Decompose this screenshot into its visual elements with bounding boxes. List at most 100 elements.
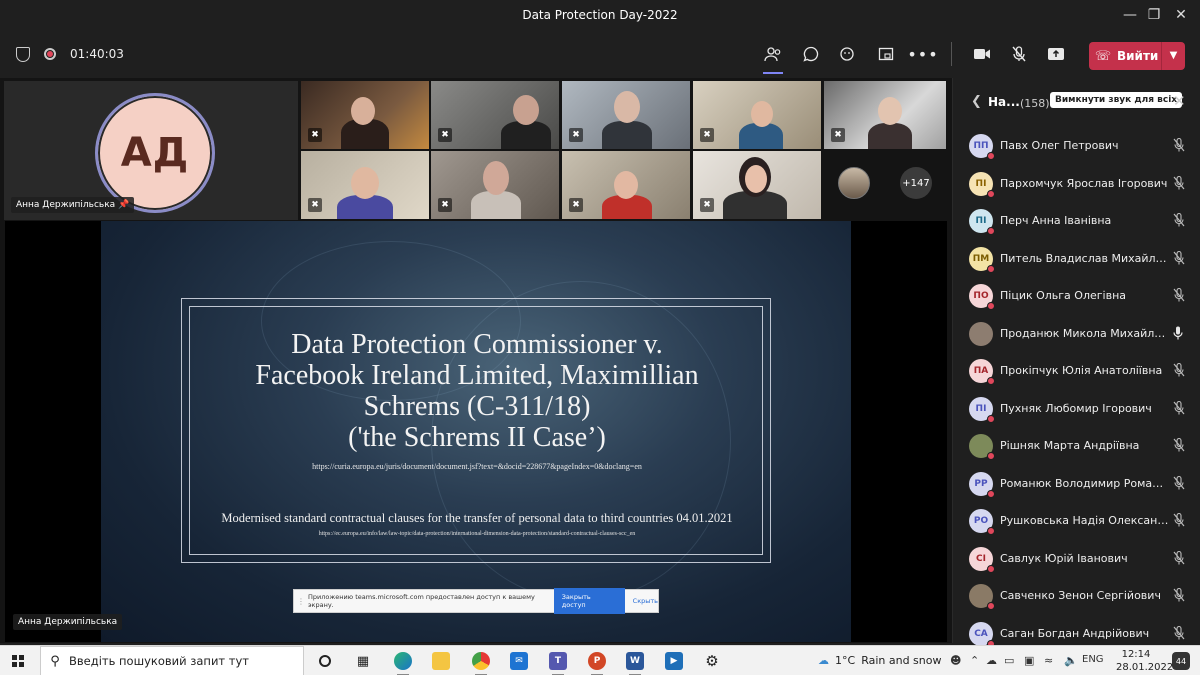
volume-icon[interactable]: 🔈 [1064, 654, 1078, 667]
wifi-icon[interactable]: ≈ [1044, 654, 1053, 667]
settings-icon[interactable]: ⚙ [697, 649, 727, 673]
video-tile[interactable]: ✖ [824, 81, 946, 149]
mic-off-icon[interactable] [1173, 250, 1185, 268]
participant-row[interactable]: Проданюк Микола Михайлович [953, 316, 1200, 353]
presenter-tile[interactable]: АД Анна Держипільська 📌 [4, 81, 298, 220]
participants-button[interactable] [757, 38, 789, 74]
file-explorer-icon[interactable] [426, 649, 456, 673]
video-tile[interactable]: ✖ [301, 151, 429, 219]
chat-button[interactable] [795, 38, 827, 70]
people-icon[interactable]: ☻ [950, 654, 961, 667]
share-button[interactable] [1040, 38, 1072, 70]
participant-row[interactable]: СІ Савлук Юрій Іванович [953, 541, 1200, 578]
chrome-icon[interactable] [466, 649, 496, 675]
mic-off-icon[interactable] [1173, 437, 1185, 455]
mic-off-icon: ✖ [438, 128, 452, 142]
share-presenter-name: Анна Держипільська [13, 614, 123, 630]
close-icon[interactable]: ✕ [1173, 92, 1186, 110]
taskbar-search[interactable]: ⚲ Введіть пошуковий запит тут [40, 646, 304, 675]
participant-row[interactable]: ПІ Пухняк Любомир Ігорович [953, 391, 1200, 428]
leave-button[interactable]: ☏ Вийти ▼ [1089, 42, 1185, 70]
powerpoint-icon[interactable]: P [582, 649, 612, 675]
participant-row[interactable]: ПО Піцик Ольга Олегівна [953, 278, 1200, 315]
mic-off-icon[interactable] [1173, 587, 1185, 605]
mic-off-icon[interactable] [1173, 362, 1185, 380]
mic-off-icon: ✖ [700, 128, 714, 142]
chevron-left-icon[interactable]: ❮ [971, 94, 982, 109]
cloud-icon[interactable]: ☁ [986, 654, 997, 667]
participant-row[interactable]: РР Романюк Володимир Романов... [953, 466, 1200, 503]
participant-row[interactable]: ПМ Питель Владислав Михайлович [953, 241, 1200, 278]
battery-icon[interactable]: ▭ [1004, 654, 1014, 667]
video-tile[interactable]: ✖ [562, 151, 690, 219]
video-tile[interactable]: ✖ [562, 81, 690, 149]
mail-icon[interactable]: ✉ [504, 649, 534, 673]
mic-off-icon[interactable] [1173, 475, 1185, 493]
cortana-icon[interactable] [310, 649, 340, 673]
mic-off-icon[interactable] [1173, 175, 1185, 193]
mic-off-icon[interactable] [1173, 400, 1185, 418]
reactions-button[interactable] [832, 38, 864, 70]
participant-name: Савлук Юрій Іванович [1000, 551, 1128, 565]
participant-name: Перч Анна Іванівна [1000, 214, 1112, 227]
video-tile[interactable]: ✖ [693, 81, 821, 149]
mute-all-button[interactable]: Вимкнути звук для всіх [1050, 92, 1183, 108]
mic-on-icon[interactable] [1173, 326, 1183, 343]
more-actions-button[interactable]: ••• [907, 38, 939, 70]
notifications-badge[interactable]: 44 [1172, 652, 1190, 670]
edge-icon[interactable] [388, 649, 418, 675]
video-tile[interactable]: ✖ [693, 151, 821, 219]
participant-row[interactable]: ПІ Пархомчук Ярослав Ігорович [953, 166, 1200, 203]
participant-row[interactable]: Савченко Зенон Сергійович [953, 578, 1200, 615]
slide-frame: Data Protection Commissioner v. Facebook… [181, 298, 771, 563]
participant-name: Савченко Зенон Сергійович [1000, 589, 1161, 602]
meeting-toolbar: 01:40:03 ••• ☏ Вийти ▼ [0, 30, 1200, 78]
mic-button[interactable] [1003, 38, 1035, 70]
video-tile[interactable]: ✖ [431, 151, 559, 219]
task-view-icon[interactable]: ▦ [348, 649, 378, 673]
participant-row[interactable]: Рішняк Марта Андріївна [953, 428, 1200, 465]
media-player-icon[interactable]: ▶ [659, 649, 689, 673]
participant-row[interactable]: РОРушковська Надія Олександрів... [953, 503, 1200, 540]
chevron-down-icon[interactable]: ▼ [1161, 42, 1185, 70]
chevron-up-icon[interactable]: ⌃ [970, 654, 979, 667]
hide-button[interactable]: Скрыть [625, 597, 658, 605]
mic-off-icon[interactable] [1173, 625, 1185, 643]
word-icon[interactable]: W [620, 649, 650, 675]
drag-handle-icon[interactable]: ⋮ [294, 597, 308, 606]
mic-off-icon[interactable] [1173, 137, 1185, 155]
clock[interactable]: 12:14 28.01.2022 [1116, 648, 1173, 674]
participant-name: Павх Олег Петрович [1000, 139, 1119, 152]
stop-sharing-button[interactable]: Закрыть доступ [553, 588, 625, 614]
avatar [969, 321, 993, 346]
share-screen-icon [1048, 48, 1064, 60]
more-participants-badge[interactable]: +147 [900, 167, 932, 199]
close-icon[interactable]: ✕ [1158, 0, 1200, 30]
slide-title-line: ('the Schrems II Case’) [348, 422, 606, 453]
teams-icon[interactable]: T [543, 649, 573, 675]
participant-name: Піцик Ольга Олегівна [1000, 289, 1127, 302]
network-icon[interactable]: ▣ [1024, 654, 1034, 667]
avatar[interactable] [838, 167, 870, 199]
participant-row[interactable]: ПП Павх Олег Петрович [953, 128, 1200, 165]
video-tile[interactable]: ✖ [431, 81, 559, 149]
participant-row[interactable]: ПА Прокіпчук Юлія Анатоліївна [953, 353, 1200, 390]
mic-off-icon[interactable] [1173, 512, 1185, 530]
mic-off-icon[interactable] [1173, 287, 1185, 305]
status-dot [987, 189, 995, 198]
windows-start-icon[interactable] [12, 655, 24, 667]
mic-off-icon[interactable] [1173, 212, 1185, 230]
status-dot [987, 564, 995, 573]
rooms-button[interactable] [870, 38, 902, 70]
language-indicator[interactable]: ENG [1082, 654, 1104, 665]
mic-off-icon[interactable] [1173, 550, 1185, 568]
weather-widget[interactable]: ☁ 1°C Rain and snow [818, 654, 941, 667]
slide-link: https://ec.europa.eu/info/law/law-topic/… [318, 531, 636, 537]
participant-name: Питель Владислав Михайлович [1000, 251, 1170, 265]
meeting-timer: 01:40:03 [70, 47, 124, 61]
video-tile[interactable]: ✖ [301, 81, 429, 149]
participant-name: Рішняк Марта Андріївна [1000, 439, 1140, 452]
participant-row[interactable]: ПІ Перч Анна Іванівна [953, 203, 1200, 240]
camera-button[interactable] [966, 38, 998, 70]
presentation-slide: Data Protection Commissioner v. Facebook… [101, 221, 851, 642]
